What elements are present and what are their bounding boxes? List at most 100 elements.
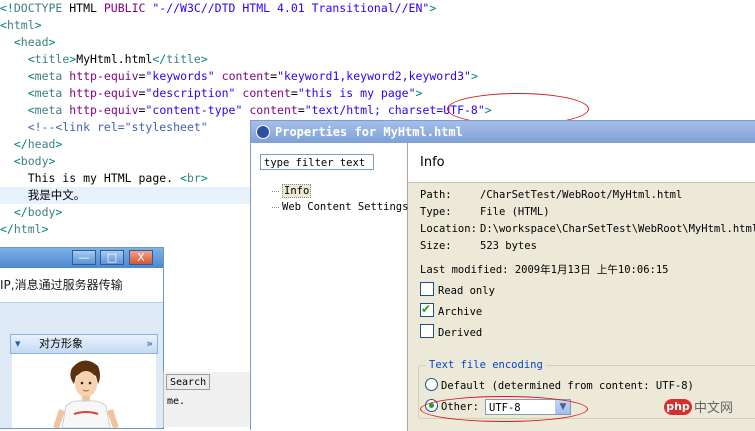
tree-item-label: Info: [282, 184, 312, 198]
code-token: <: [13, 154, 21, 168]
code-line: <meta http-equiv="keywords" content="key…: [0, 68, 478, 85]
code-token: <!--<link rel="stylesheet": [27, 120, 208, 134]
checkbox-label: Derived: [438, 327, 483, 339]
code-token: =: [297, 103, 305, 117]
chevron-down-icon[interactable]: ▾: [15, 335, 21, 353]
code-token: html: [6, 18, 35, 32]
prop-last-modified: Last modified: 2009年1月13日 上午10:06:15: [420, 262, 669, 278]
code-token: <: [27, 103, 35, 117]
radio-dot[interactable]: [425, 378, 438, 391]
code-token: head: [27, 137, 56, 151]
code-token: <: [13, 35, 21, 49]
code-token: title: [166, 52, 201, 66]
archive-checkbox[interactable]: Archive: [420, 301, 483, 319]
code-line: </head>: [0, 136, 63, 153]
code-token: http-equiv: [69, 103, 139, 117]
code-token: "this is my page": [297, 86, 416, 100]
code-token: >: [429, 1, 437, 15]
code-token: MyHtml.html: [76, 52, 153, 66]
chat-message: IP,消息通过服务器传输: [0, 268, 163, 303]
code-token: </: [0, 222, 14, 236]
code-token: http-equiv: [69, 86, 139, 100]
code-token: "keyword1,keyword2,keyword3": [277, 69, 471, 83]
code-token: >: [470, 69, 478, 83]
checkbox-box[interactable]: [420, 301, 434, 317]
tab-search[interactable]: Search: [166, 374, 210, 390]
php-logo-badge: php: [664, 398, 692, 415]
annotation-ellipse-encoding: [420, 396, 588, 422]
prop-key: Size:: [420, 240, 452, 252]
tree-item-info[interactable]: Info: [272, 183, 408, 199]
code-token: >: [55, 137, 63, 151]
code-token: http-equiv: [69, 69, 139, 83]
code-line: <head>: [0, 34, 56, 51]
eclipse-icon: [256, 125, 270, 139]
encoding-default-radio[interactable]: Default (determined from content: UTF-8): [425, 378, 694, 394]
code-line: <body>: [0, 153, 56, 170]
code-line: </html>: [0, 221, 49, 238]
close-button[interactable]: X: [129, 250, 153, 265]
code-token: content: [221, 69, 271, 83]
tree-item-web-content-settings[interactable]: Web Content Settings: [272, 199, 408, 215]
section-title: Info: [408, 143, 755, 183]
code-token: <: [180, 171, 187, 185]
dialog-title: Properties for MyHtml.html: [275, 125, 463, 139]
code-token: PUBLIC: [103, 1, 146, 15]
code-token: <!: [0, 1, 14, 15]
checkbox-box[interactable]: [420, 324, 434, 338]
prop-value: D:\workspace\CharSetTest\WebRoot\MyHtml.…: [480, 223, 755, 235]
maximize-button[interactable]: □: [100, 250, 124, 265]
code-token: br: [186, 171, 201, 185]
checkbox-label: Archive: [438, 306, 483, 318]
prop-key: Last modified:: [420, 264, 509, 276]
prop-key: Type:: [420, 206, 452, 218]
code-token: "keywords": [145, 69, 215, 83]
derived-checkbox[interactable]: Derived: [420, 324, 482, 340]
code-token: This is my HTML page.: [0, 171, 181, 185]
chat-titlebar: — □ X: [0, 248, 163, 268]
prop-value: 2009年1月13日 上午10:06:15: [514, 264, 669, 276]
code-token: "-//W3C//DTD HTML 4.01 Transitional//EN": [152, 1, 430, 15]
code-token: content: [242, 86, 291, 100]
prop-key: Path:: [420, 189, 452, 201]
code-token: DOCTYPE: [13, 1, 63, 15]
tree-item-label: Web Content Settings: [282, 201, 409, 213]
code-token: 我是中文。: [0, 188, 86, 202]
peer-avatar-header[interactable]: ▾ 对方形象 »: [10, 334, 158, 354]
code-token: >: [200, 171, 208, 185]
prop-type: Type: File (HTML): [420, 204, 550, 220]
prop-path: Path: /CharSetTest/WebRoot/MyHtml.html: [420, 187, 682, 203]
minimize-button[interactable]: —: [72, 250, 96, 265]
code-line: <!--<link rel="stylesheet": [0, 119, 208, 136]
code-token: <: [0, 18, 7, 32]
code-token: title: [34, 52, 70, 66]
code-token: >: [415, 86, 423, 100]
watermark-text: 中文网: [694, 401, 734, 416]
prop-value: 523 bytes: [480, 240, 537, 252]
double-chevron-right-icon[interactable]: »: [146, 335, 153, 353]
code-line: <meta http-equiv="content-type" content=…: [0, 102, 492, 119]
radio-label: Default (determined from content: UTF-8): [441, 380, 694, 392]
peer-avatar-title: 对方形象: [39, 337, 83, 350]
read-only-checkbox[interactable]: Read only: [420, 282, 495, 298]
code-token: >: [34, 18, 42, 32]
code-token: "content-type": [145, 103, 243, 117]
code-line: 我是中文。: [0, 187, 250, 204]
dialog-content-pane: Info Path: /CharSetTest/WebRoot/MyHtml.ht…: [408, 143, 755, 431]
code-token: body: [20, 154, 49, 168]
prop-key: Location:: [420, 223, 477, 235]
checkbox-label: Read only: [438, 285, 495, 297]
checkbox-box[interactable]: [420, 282, 434, 296]
search-panel: Search me.: [163, 372, 252, 427]
code-token: </: [152, 52, 167, 66]
watermark: php 中文网: [664, 396, 733, 418]
dialog-titlebar[interactable]: Properties for MyHtml.html: [251, 121, 755, 143]
code-token: >: [55, 205, 63, 219]
filter-input[interactable]: type filter text: [260, 154, 374, 170]
